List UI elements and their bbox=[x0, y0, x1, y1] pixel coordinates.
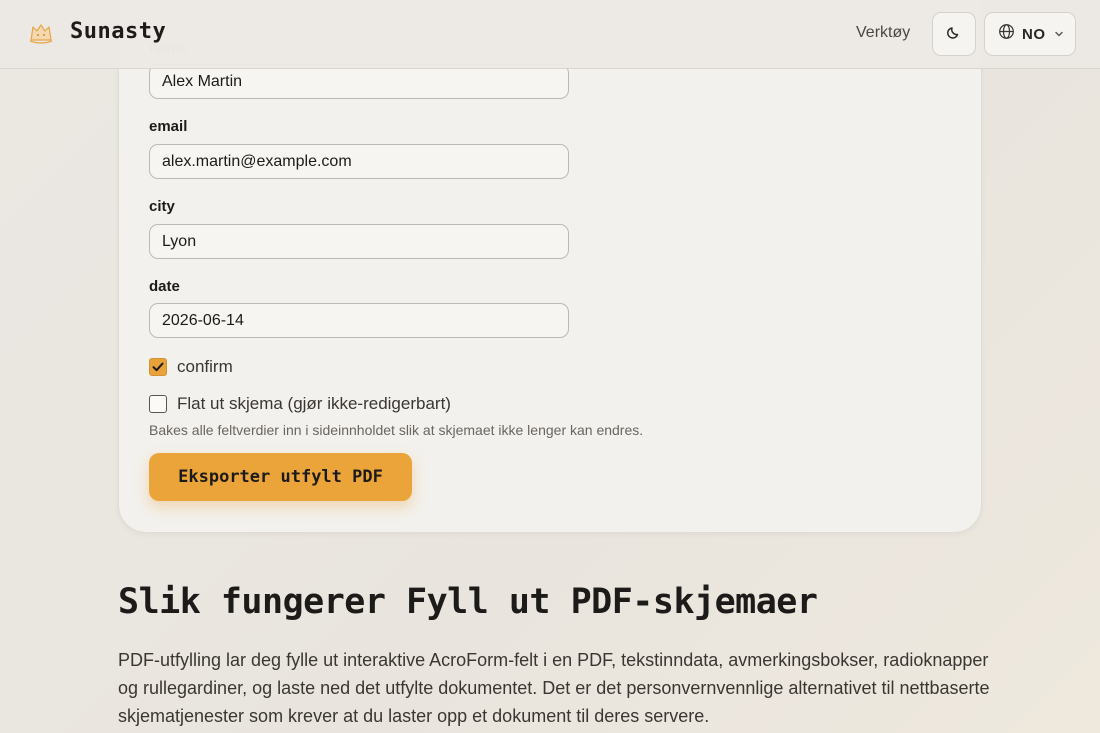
confirm-checkbox-row[interactable]: confirm bbox=[149, 357, 233, 377]
brand-name[interactable]: Sunasty bbox=[70, 19, 166, 44]
date-input[interactable] bbox=[149, 303, 569, 338]
flatten-checkbox[interactable] bbox=[149, 395, 167, 413]
globe-icon bbox=[998, 23, 1015, 45]
flatten-label: Flat ut skjema (gjør ikke-redigerbart) bbox=[177, 394, 451, 413]
confirm-label: confirm bbox=[177, 357, 233, 376]
export-pdf-button[interactable]: Eksporter utfylt PDF bbox=[149, 453, 412, 501]
top-header: Sunasty Verktøy NO bbox=[0, 0, 1100, 69]
section-body: PDF-utfylling lar deg fylle ut interakti… bbox=[118, 650, 990, 726]
nav-link-tools[interactable]: Verktøy bbox=[856, 24, 910, 42]
date-field-label: date bbox=[149, 278, 180, 295]
checkmark-icon bbox=[152, 362, 164, 372]
email-input[interactable] bbox=[149, 144, 569, 179]
name-input[interactable] bbox=[149, 64, 569, 99]
email-field-label: email bbox=[149, 118, 188, 135]
language-label: NO bbox=[1022, 25, 1046, 43]
section-title: Slik fungerer Fyll ut PDF-skjemaer bbox=[118, 582, 818, 622]
flatten-checkbox-row[interactable]: Flat ut skjema (gjør ikke-redigerbart) bbox=[149, 394, 451, 414]
theme-toggle-button[interactable] bbox=[932, 12, 976, 56]
confirm-checkbox[interactable] bbox=[149, 358, 167, 376]
flatten-help-text: Bakes alle feltverdier inn i sideinnhold… bbox=[149, 422, 644, 438]
sunasty-logo-icon[interactable] bbox=[26, 18, 56, 48]
language-selector[interactable]: NO bbox=[984, 12, 1076, 56]
city-input[interactable] bbox=[149, 224, 569, 259]
city-field-label: city bbox=[149, 198, 175, 215]
chevron-down-icon bbox=[1054, 29, 1064, 39]
moon-icon bbox=[946, 24, 962, 45]
